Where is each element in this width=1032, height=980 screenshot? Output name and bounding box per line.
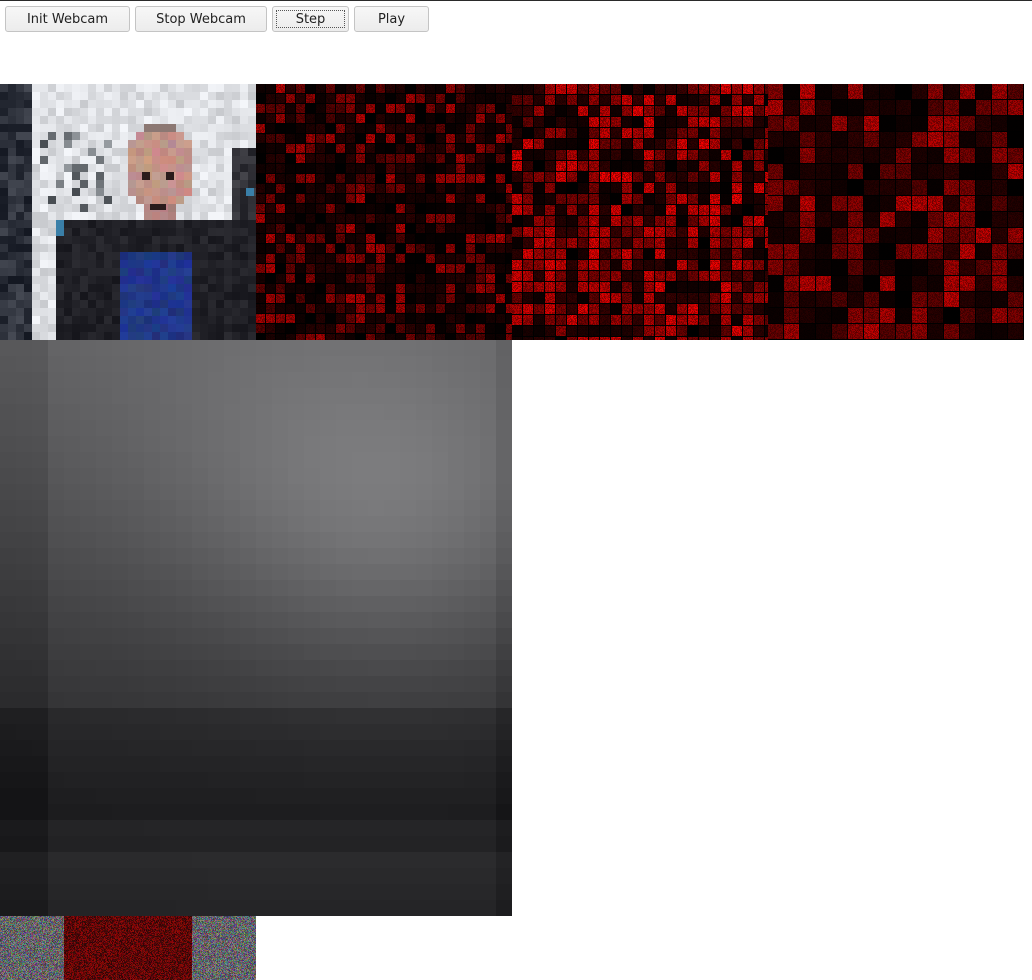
noise-patch-right — [192, 916, 256, 980]
play-button[interactable]: Play — [354, 6, 429, 32]
noise-patch-red — [64, 916, 192, 980]
webcam-frame — [0, 84, 256, 340]
step-button[interactable]: Step — [272, 6, 349, 32]
feature-map-1 — [256, 84, 512, 340]
feature-map-2 — [512, 84, 768, 340]
top-border-line — [0, 0, 1032, 1]
noise-patch-left — [0, 916, 64, 980]
reconstruction-image — [0, 340, 512, 916]
init-webcam-button[interactable]: Init Webcam — [5, 6, 130, 32]
stop-webcam-button[interactable]: Stop Webcam — [135, 6, 267, 32]
feature-map-3 — [768, 84, 1024, 340]
